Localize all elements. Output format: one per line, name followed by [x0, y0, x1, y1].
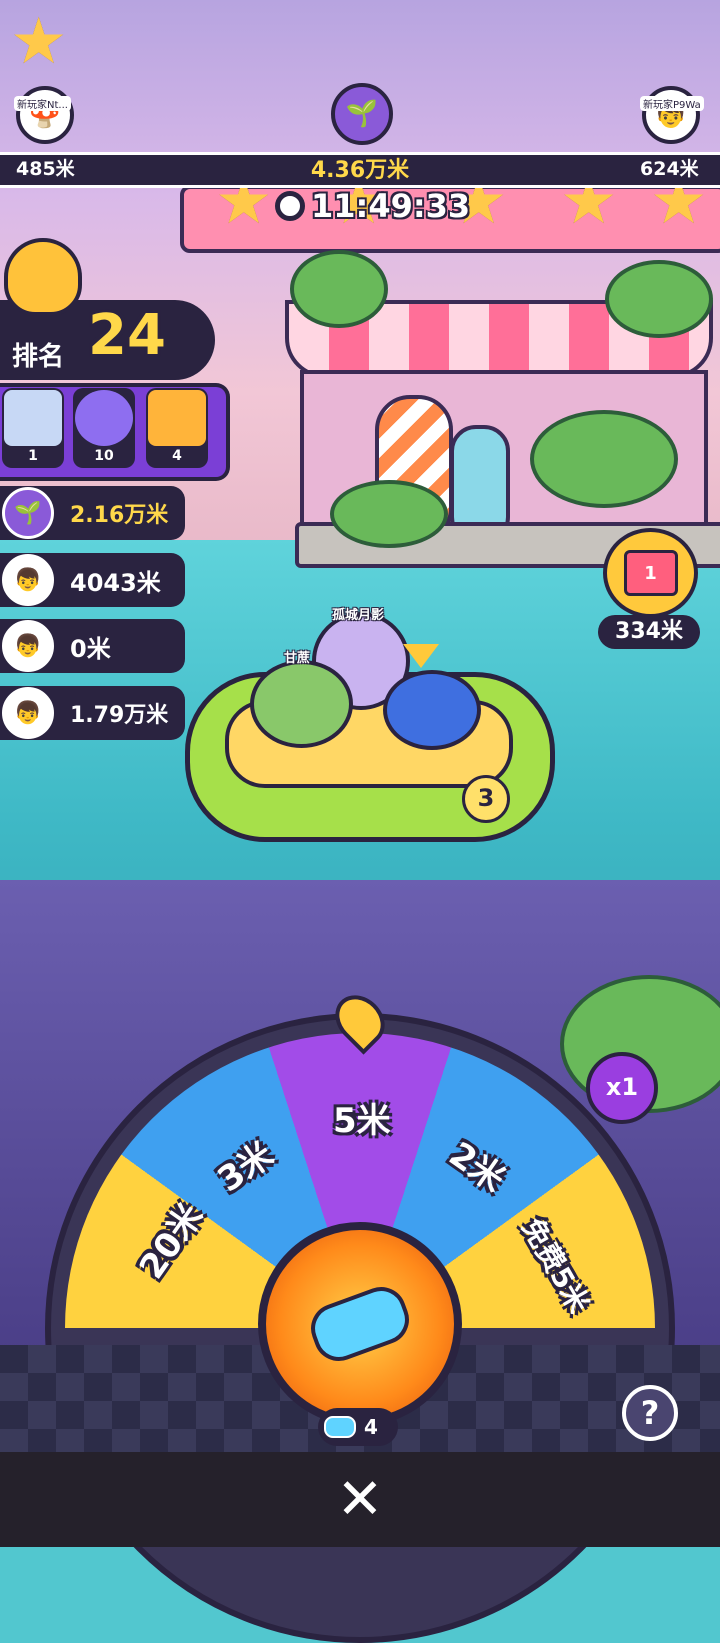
- item-slot[interactable]: 10: [73, 388, 135, 468]
- timer-text: 11:49:33: [311, 187, 471, 225]
- player-avatar: 👦: [2, 687, 54, 739]
- player-distance: 0米: [70, 634, 111, 663]
- character-name: 甘蔗: [284, 651, 311, 666]
- spin-button[interactable]: [258, 1222, 462, 1426]
- ticket-icon: [148, 390, 206, 446]
- player-row[interactable]: 👦 1.79万米: [0, 686, 185, 740]
- player-row[interactable]: 🌱 2.16万米: [0, 486, 185, 540]
- left-player-name: 新玩家Nt...: [14, 96, 71, 111]
- left-player-avatar[interactable]: 🍄: [16, 86, 74, 144]
- player-distance: 1.79万米: [70, 703, 169, 728]
- gift-button[interactable]: 1: [603, 528, 698, 618]
- bush: [530, 410, 678, 508]
- ticket-counter: 4: [318, 1408, 398, 1446]
- player-row[interactable]: 👦 0米: [0, 619, 185, 673]
- ticket-icon: [324, 1416, 356, 1438]
- wheel-segment-label: 5米: [333, 1101, 391, 1141]
- bush: [330, 480, 448, 548]
- item-count: 1: [28, 448, 38, 464]
- mystery-box-icon: [4, 390, 62, 446]
- character-name: 孤城月影: [332, 608, 385, 623]
- right-player-distance: 624米: [640, 158, 699, 180]
- player-avatar: 🌱: [2, 487, 54, 539]
- player-distance: 2.16万米: [70, 503, 169, 528]
- help-button[interactable]: ?: [622, 1385, 678, 1441]
- rank-value: 24: [88, 303, 166, 368]
- character-blue: [383, 670, 481, 750]
- player-row[interactable]: 👦 4043米: [0, 553, 185, 607]
- ticket-count: 4: [364, 1415, 378, 1439]
- multiplier-button[interactable]: x1: [586, 1052, 658, 1124]
- ticket-icon: [304, 1279, 416, 1369]
- countdown-timer: 11:49:33: [275, 187, 470, 225]
- center-player-avatar[interactable]: 🌱: [331, 83, 393, 145]
- gift-distance: 334米: [598, 615, 700, 649]
- item-slot[interactable]: 1: [2, 388, 64, 468]
- item-count: 4: [172, 448, 182, 464]
- rank-label: 排名: [12, 342, 65, 372]
- item-slot[interactable]: 4: [146, 388, 208, 468]
- player-avatar: 👦: [2, 620, 54, 672]
- trophy-icon: [4, 238, 82, 316]
- character-green: [250, 660, 353, 748]
- item-count: 10: [94, 448, 114, 464]
- right-player-avatar[interactable]: 👦: [642, 86, 700, 144]
- close-button[interactable]: ✕: [330, 1470, 390, 1530]
- bush: [290, 250, 388, 328]
- player-distance: 4043米: [70, 568, 161, 597]
- bush: [605, 260, 713, 338]
- capsule-icon: [75, 390, 133, 446]
- right-player-name: 新玩家P9Wa: [640, 96, 704, 111]
- stopwatch-icon: [275, 191, 305, 221]
- boat-number: 3: [462, 775, 510, 823]
- gift-icon: 1: [623, 550, 678, 596]
- star-decoration: ★: [10, 5, 68, 79]
- total-distance: 4.36万米: [310, 158, 410, 183]
- player-marker-icon: [403, 644, 439, 668]
- player-avatar: 👦: [2, 554, 54, 606]
